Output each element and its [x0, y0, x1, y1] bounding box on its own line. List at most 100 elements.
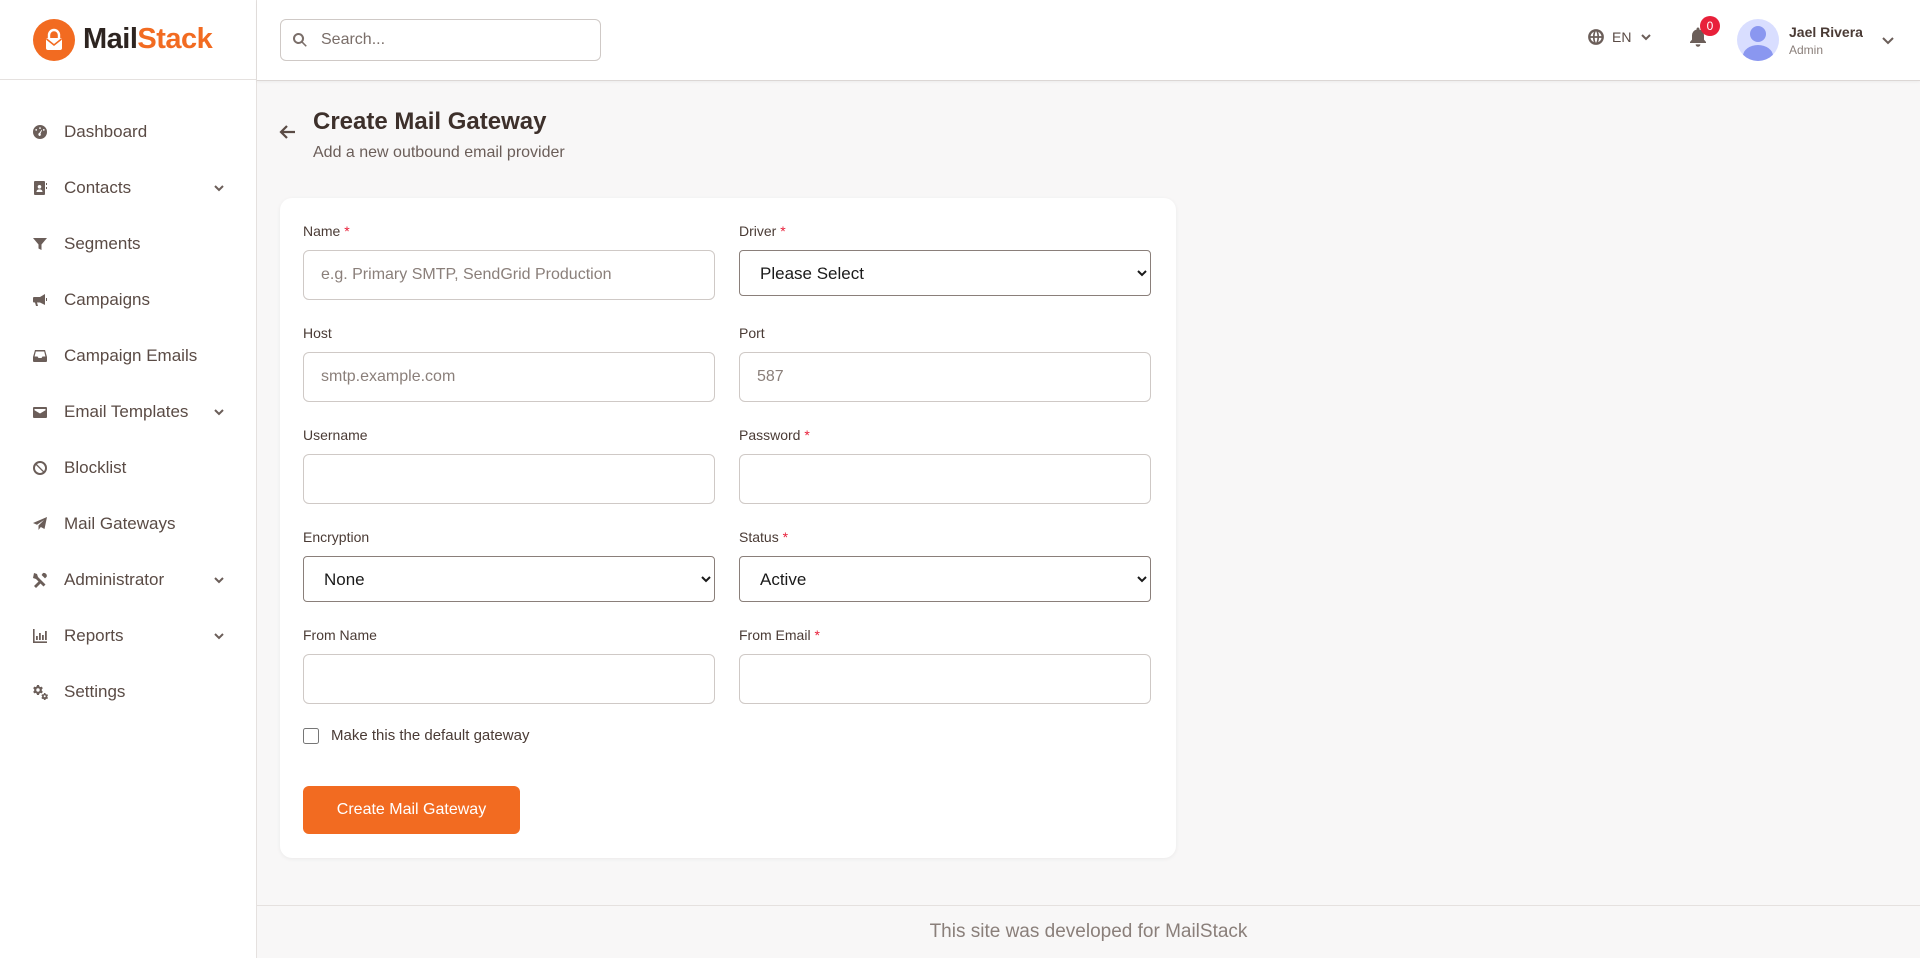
from-name-label: From Name: [303, 627, 377, 643]
username-field-group: Username: [303, 427, 715, 504]
back-button[interactable]: [278, 122, 300, 144]
tools-icon: [31, 572, 48, 589]
host-field-group: Host: [303, 325, 715, 402]
driver-select[interactable]: Please Select: [739, 250, 1151, 296]
create-mail-gateway-button[interactable]: Create Mail Gateway: [303, 786, 520, 834]
sidebar-item-label: Mail Gateways: [64, 514, 176, 533]
chevron-down-icon: [212, 181, 226, 195]
sidebar-item-label: Settings: [64, 682, 126, 701]
sidebar-item-label: Campaign Emails: [64, 346, 198, 365]
topbar: EN 0 Jael Rivera Admin: [257, 0, 1920, 81]
arrow-left-icon: [279, 125, 295, 139]
sidebar-item-label: Reports: [64, 626, 124, 645]
mailstack-logo-icon: [33, 18, 75, 61]
brand[interactable]: MailStack: [0, 0, 256, 80]
sidebar-item-campaign-emails[interactable]: Campaign Emails: [0, 328, 256, 384]
sidebar-item-label: Dashboard: [64, 122, 148, 141]
name-field-group: Name *: [303, 223, 715, 300]
dashboard-gauge-icon: [31, 124, 48, 141]
from-name-input[interactable]: [303, 654, 715, 704]
sidebar-item-label: Segments: [64, 234, 141, 253]
sidebar-nav: Dashboard Contacts Segments Campaigns Ca…: [0, 80, 256, 720]
page-title: Create Mail Gateway: [313, 108, 547, 135]
sidebar-item-email-templates[interactable]: Email Templates: [0, 384, 256, 440]
port-field-group: Port: [739, 325, 1151, 402]
password-label: Password *: [739, 427, 810, 443]
language-code: EN: [1612, 29, 1632, 45]
chevron-down-icon: [212, 629, 226, 643]
driver-field-group: Driver * Please Select: [739, 223, 1151, 296]
port-input[interactable]: [739, 352, 1151, 402]
chevron-down-icon: [212, 573, 226, 587]
name-label: Name *: [303, 223, 350, 239]
gateway-form-card: Name * Driver * Please Select Host Port …: [280, 198, 1176, 858]
funnel-icon: [31, 236, 48, 253]
port-label: Port: [739, 325, 765, 341]
sidebar-item-segments[interactable]: Segments: [0, 216, 256, 272]
notifications-button[interactable]: 0: [1688, 16, 1720, 50]
sidebar-item-label: Email Templates: [64, 402, 189, 421]
sidebar-item-settings[interactable]: Settings: [0, 664, 256, 720]
sidebar: MailStack Dashboard Contacts Segments Ca…: [0, 0, 257, 958]
default-gateway-label: Make this the default gateway: [331, 727, 530, 744]
page-subtitle: Add a new outbound email provider: [313, 144, 565, 161]
sidebar-item-blocklist[interactable]: Blocklist: [0, 440, 256, 496]
notification-count-badge: 0: [1700, 16, 1720, 36]
username-input[interactable]: [303, 454, 715, 504]
user-menu[interactable]: Jael Rivera Admin: [1737, 19, 1896, 61]
encryption-select[interactable]: None: [303, 556, 715, 602]
ban-icon: [31, 460, 48, 477]
from-email-field-group: From Email *: [739, 627, 1151, 704]
sidebar-item-label: Administrator: [64, 570, 165, 589]
sidebar-item-campaigns[interactable]: Campaigns: [0, 272, 256, 328]
password-field-group: Password *: [739, 427, 1151, 504]
sidebar-item-dashboard[interactable]: Dashboard: [0, 104, 256, 160]
search-icon: [293, 33, 307, 47]
password-input[interactable]: [739, 454, 1151, 504]
encryption-field-group: Encryption None: [303, 529, 715, 602]
globe-icon: [1588, 29, 1604, 45]
sidebar-item-label: Blocklist: [64, 458, 127, 477]
chevron-down-icon: [212, 405, 226, 419]
sidebar-item-label: Contacts: [64, 178, 132, 197]
paper-plane-icon: [31, 516, 48, 533]
status-label: Status *: [739, 529, 789, 545]
encryption-label: Encryption: [303, 529, 370, 545]
brand-name-part1: Mail: [83, 23, 138, 55]
brand-name-part2: Stack: [137, 23, 213, 55]
default-gateway-option[interactable]: Make this the default gateway: [303, 727, 529, 744]
from-name-field-group: From Name: [303, 627, 715, 704]
driver-label: Driver *: [739, 223, 786, 239]
footer: This site was developed for MailStack: [257, 905, 1920, 958]
search-input[interactable]: [321, 31, 581, 49]
address-book-icon: [31, 180, 48, 197]
user-role: Admin: [1789, 42, 1824, 57]
user-name: Jael Rivera: [1789, 23, 1863, 40]
from-email-label: From Email *: [739, 627, 820, 643]
host-input[interactable]: [303, 352, 715, 402]
sidebar-item-administrator[interactable]: Administrator: [0, 552, 256, 608]
chevron-down-icon: [1882, 37, 1894, 45]
language-selector[interactable]: EN: [1587, 28, 1653, 46]
sidebar-item-contacts[interactable]: Contacts: [0, 160, 256, 216]
name-input[interactable]: [303, 250, 715, 300]
username-label: Username: [303, 427, 368, 443]
megaphone-icon: [31, 292, 48, 309]
footer-text: This site was developed for MailStack: [929, 921, 1248, 942]
avatar: [1737, 19, 1779, 61]
status-field-group: Status * Active: [739, 529, 1151, 602]
gears-icon: [31, 684, 48, 701]
envelope-open-icon: [31, 404, 48, 421]
chevron-down-icon: [1641, 34, 1652, 41]
default-gateway-checkbox[interactable]: [303, 727, 319, 744]
bar-chart-icon: [31, 628, 48, 645]
inbox-icon: [31, 348, 48, 365]
sidebar-item-reports[interactable]: Reports: [0, 608, 256, 664]
from-email-input[interactable]: [739, 654, 1151, 704]
status-select[interactable]: Active: [739, 556, 1151, 602]
brand-name: MailStack: [83, 23, 213, 56]
host-label: Host: [303, 325, 332, 341]
search-box[interactable]: [280, 19, 601, 61]
sidebar-item-label: Campaigns: [64, 290, 150, 309]
sidebar-item-mail-gateways[interactable]: Mail Gateways: [0, 496, 256, 552]
